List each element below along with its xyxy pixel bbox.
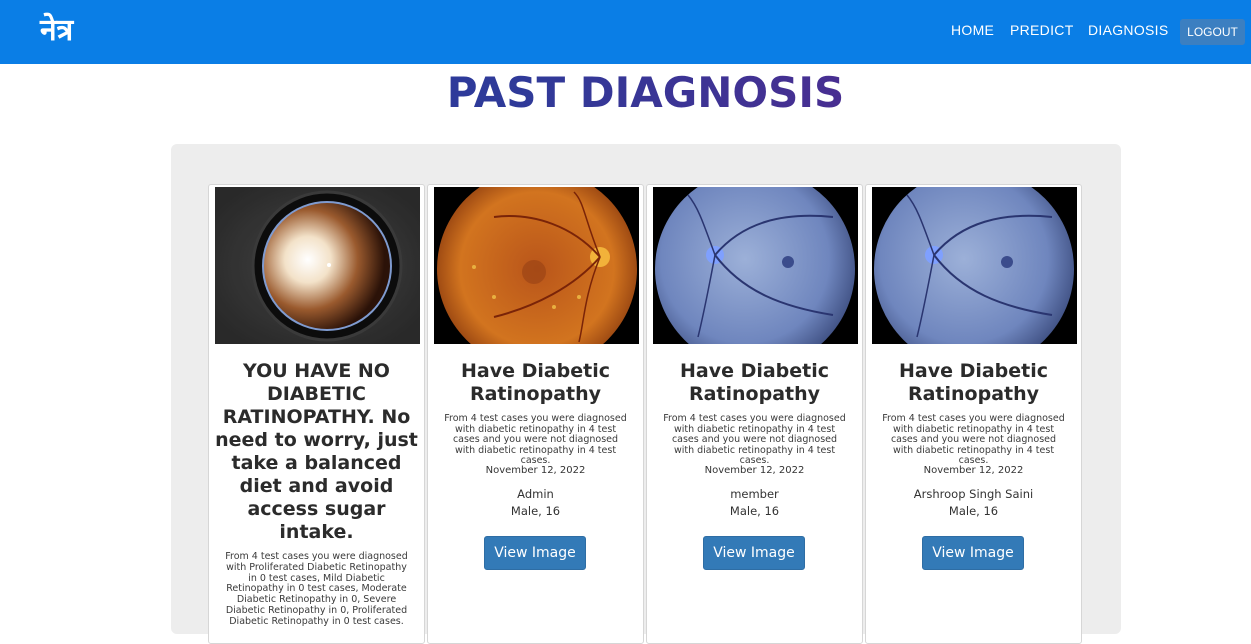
nav-predict[interactable]: PREDICT (1010, 22, 1074, 38)
diagnosis-description: From 4 test cases you were diagnosed wit… (225, 551, 408, 627)
retina-orange-image (434, 187, 639, 344)
page-title: PAST DIAGNOSIS (0, 68, 1251, 117)
navbar: नेत्र HOME PREDICT DIAGNOSIS LOGOUT (0, 0, 1251, 64)
diagnosis-heading: Have Diabetic Ratinopathy (679, 360, 830, 405)
diagnosis-heading: YOU HAVE NO DIABETIC RATINOPATHY. No nee… (215, 360, 418, 543)
diagnosis-card: Have Diabetic Ratinopathy From 4 test ca… (427, 184, 644, 644)
diagnosis-description: From 4 test cases you were diagnosed wit… (663, 413, 846, 467)
eye-lens-image (215, 187, 420, 344)
patient-info: Male, 16 (729, 504, 780, 518)
patient-name: member (730, 487, 779, 501)
diagnosis-date: November 12, 2022 (485, 465, 586, 476)
diagnosis-description: From 4 test cases you were diagnosed wit… (882, 413, 1065, 467)
diagnosis-card: Have Diabetic Ratinopathy From 4 test ca… (865, 184, 1082, 644)
diagnosis-date: November 12, 2022 (923, 465, 1024, 476)
diagnosis-heading: Have Diabetic Ratinopathy (898, 360, 1049, 405)
nav-home[interactable]: HOME (951, 22, 994, 38)
diagnosis-card: YOU HAVE NO DIABETIC RATINOPATHY. No nee… (208, 184, 425, 644)
brand-logo[interactable]: नेत्र (40, 8, 73, 49)
view-image-button[interactable]: View Image (922, 536, 1024, 570)
view-image-button[interactable]: View Image (484, 536, 586, 570)
diagnosis-date: November 12, 2022 (704, 465, 805, 476)
nav-diagnosis[interactable]: DIAGNOSIS (1088, 22, 1169, 38)
diagnosis-card: Have Diabetic Ratinopathy From 4 test ca… (646, 184, 863, 644)
view-image-button[interactable]: View Image (703, 536, 805, 570)
logout-button[interactable]: LOGOUT (1180, 19, 1245, 45)
diagnosis-heading: Have Diabetic Ratinopathy (460, 360, 611, 405)
retina-blue-image (653, 187, 858, 344)
patient-info: Male, 16 (948, 504, 999, 518)
patient-name: Arshroop Singh Saini (913, 487, 1034, 501)
diagnosis-description: From 4 test cases you were diagnosed wit… (444, 413, 627, 467)
patient-name: Admin (517, 487, 554, 501)
retina-blue-image (872, 187, 1077, 344)
patient-info: Male, 16 (510, 504, 561, 518)
